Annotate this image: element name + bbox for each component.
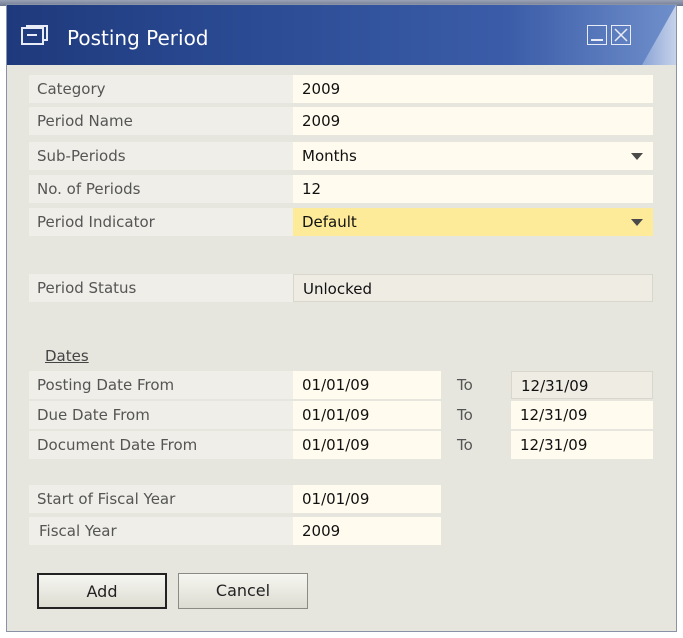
title-bar[interactable]: Posting Period	[7, 5, 676, 65]
fiscal-start-label: Start of Fiscal Year	[37, 490, 176, 508]
period-indicator-dropdown[interactable]: Default	[293, 208, 653, 236]
posting-date-to-field: 12/31/09	[511, 371, 653, 399]
period-status-row: Period Status Unlocked	[29, 274, 659, 304]
period-status-label: Period Status	[37, 279, 137, 297]
period-indicator-row: Period Indicator Default	[29, 208, 659, 238]
posting-date-to-label: To	[457, 376, 473, 394]
category-field[interactable]: 2009	[293, 75, 653, 103]
fiscal-start-field[interactable]: 01/01/09	[293, 485, 441, 513]
fiscal-year-field[interactable]: 2009	[293, 517, 441, 545]
posting-period-window: Posting Period Category 2009 Period Name…	[6, 4, 677, 632]
fiscal-year-label: Fiscal Year	[39, 522, 117, 540]
title-bar-decoration	[642, 5, 676, 65]
form-panel: Category 2009 Period Name 2009 Sub-Perio…	[29, 67, 659, 627]
due-date-to-label: To	[457, 406, 473, 424]
posting-date-row: Posting Date From 01/01/09 To 12/31/09	[29, 371, 659, 401]
chevron-down-icon[interactable]	[631, 219, 643, 226]
period-status-field: Unlocked	[293, 274, 653, 302]
window-form-icon	[21, 25, 51, 47]
posting-date-label: Posting Date From	[37, 376, 175, 394]
minimize-icon[interactable]	[587, 25, 607, 45]
dates-section-header: Dates	[45, 347, 89, 365]
document-date-to-label: To	[457, 436, 473, 454]
chevron-down-icon[interactable]	[631, 153, 643, 160]
period-indicator-label: Period Indicator	[37, 213, 155, 231]
sub-periods-dropdown[interactable]: Months	[293, 142, 653, 170]
category-label: Category	[37, 80, 106, 98]
document-date-row: Document Date From 01/01/09 To 12/31/09	[29, 431, 659, 461]
due-date-row: Due Date From 01/01/09 To 12/31/09	[29, 401, 659, 431]
document-date-to-field[interactable]: 12/31/09	[511, 431, 653, 459]
num-periods-label: No. of Periods	[37, 180, 141, 198]
period-indicator-value: Default	[302, 213, 357, 231]
add-button[interactable]: Add	[37, 573, 167, 609]
period-name-field[interactable]: 2009	[293, 107, 653, 135]
due-date-to-field[interactable]: 12/31/09	[511, 401, 653, 429]
category-row: Category 2009	[29, 75, 659, 105]
period-name-label: Period Name	[37, 112, 133, 130]
sub-periods-value: Months	[302, 147, 357, 165]
close-icon[interactable]	[611, 25, 631, 45]
cancel-button[interactable]: Cancel	[178, 573, 308, 609]
num-periods-field[interactable]: 12	[293, 175, 653, 203]
fiscal-start-row: Start of Fiscal Year 01/01/09	[29, 485, 659, 515]
due-date-from-field[interactable]: 01/01/09	[293, 401, 441, 429]
document-date-label: Document Date From	[37, 436, 198, 454]
window-title: Posting Period	[67, 26, 209, 50]
period-name-row: Period Name 2009	[29, 107, 659, 137]
document-date-from-field[interactable]: 01/01/09	[293, 431, 441, 459]
num-periods-row: No. of Periods 12	[29, 175, 659, 205]
sub-periods-row: Sub-Periods Months	[29, 142, 659, 172]
fiscal-year-row: Fiscal Year 2009	[29, 517, 659, 547]
sub-periods-label: Sub-Periods	[37, 147, 126, 165]
due-date-label: Due Date From	[37, 406, 150, 424]
posting-date-from-field[interactable]: 01/01/09	[293, 371, 441, 399]
